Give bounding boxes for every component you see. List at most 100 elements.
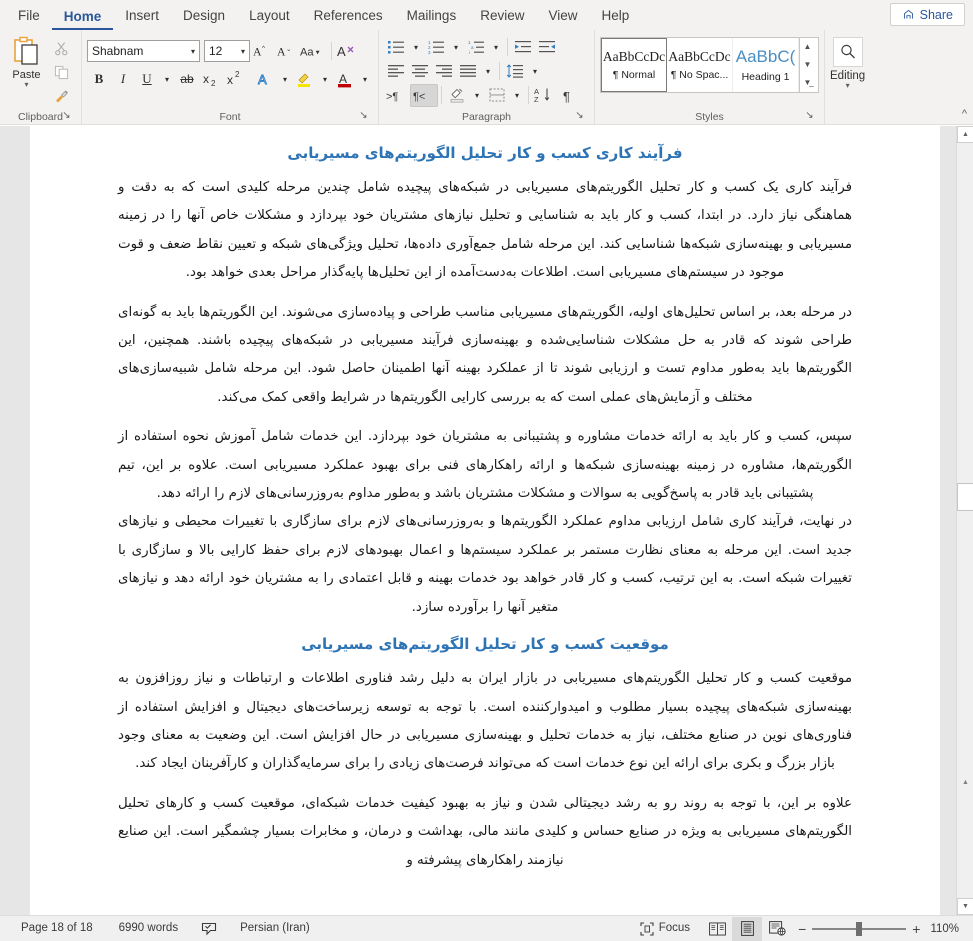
font-size-input[interactable]: 12 ▾ [204, 40, 250, 62]
styles-dialog-launcher[interactable]: ↘ [804, 110, 815, 121]
copy-button[interactable] [52, 62, 72, 82]
bullets-button[interactable] [384, 36, 408, 59]
focus-mode-button[interactable]: Focus [628, 916, 702, 941]
web-layout-button[interactable] [762, 917, 792, 941]
paste-button[interactable]: Paste ▾ [5, 33, 48, 109]
chevron-down-icon[interactable]: ▾ [241, 47, 245, 56]
chevron-down-icon[interactable]: ▾ [846, 82, 850, 90]
bullets-dropdown[interactable]: ▾ [408, 36, 424, 59]
subscript-button[interactable]: x2 [199, 68, 223, 91]
font-color-dropdown[interactable]: ▾ [357, 68, 373, 91]
ltr-text-direction-button[interactable]: >¶ [384, 84, 410, 107]
text-effects-dropdown[interactable]: ▾ [277, 68, 293, 91]
tab-file[interactable]: File [6, 4, 52, 30]
format-painter-button[interactable] [52, 86, 72, 106]
chevron-down-icon[interactable]: ▾ [24, 81, 28, 89]
show-formatting-marks-button[interactable]: ¶ [556, 84, 580, 107]
scrollbar-thumb[interactable] [957, 483, 973, 511]
editing-button[interactable]: Editing ▾ [830, 33, 865, 109]
zoom-level-label[interactable]: 110% [928, 923, 965, 935]
grow-font-button[interactable]: A ^ [250, 40, 274, 63]
tab-mailings[interactable]: Mailings [395, 4, 469, 30]
align-left-button[interactable] [384, 60, 408, 83]
ribbon: Paste ▾ Clipboard ↘ Shabnam ▾ 12 ▾ A ^ A… [0, 30, 973, 125]
clear-formatting-button[interactable]: A [335, 40, 359, 63]
tab-review[interactable]: Review [468, 4, 536, 30]
italic-button[interactable]: I [111, 68, 135, 91]
tab-insert[interactable]: Insert [113, 4, 171, 30]
zoom-out-button[interactable]: − [798, 922, 806, 936]
multilevel-list-button[interactable]: 1ai [464, 36, 488, 59]
font-color-button[interactable]: A [333, 68, 357, 91]
align-right-button[interactable] [432, 60, 456, 83]
tab-references[interactable]: References [302, 4, 395, 30]
borders-button[interactable] [485, 84, 509, 107]
text-effects-button[interactable]: A [253, 68, 277, 91]
tab-design[interactable]: Design [171, 4, 237, 30]
increase-indent-button[interactable] [535, 36, 559, 59]
underline-button[interactable]: U [135, 68, 159, 91]
zoom-track[interactable] [812, 921, 907, 936]
font-dialog-launcher[interactable]: ↘ [358, 110, 369, 121]
rtl-text-direction-button[interactable]: ¶< [410, 83, 438, 107]
scroll-down-button[interactable]: ▼ [957, 898, 973, 915]
document-page[interactable]: فرآیند کاری کسب و کار تحلیل الگوریتم‌های… [30, 126, 940, 915]
page-number-status[interactable]: Page 18 of 18 [8, 916, 106, 941]
vertical-scrollbar[interactable]: ▲ ▲ ▼ [956, 126, 973, 915]
borders-dropdown[interactable]: ▾ [509, 84, 525, 107]
justify-button[interactable] [456, 60, 480, 83]
chevron-down-icon[interactable]: ▾ [191, 47, 195, 56]
sort-button[interactable]: AZ [532, 84, 556, 107]
zoom-thumb[interactable] [856, 921, 863, 936]
collapse-ribbon-icon[interactable]: ^ [962, 108, 967, 120]
tab-layout[interactable]: Layout [237, 4, 302, 30]
multilevel-dropdown[interactable]: ▾ [488, 36, 504, 59]
shrink-font-button[interactable]: A ⌄ [274, 40, 298, 63]
styles-gallery-scrollbar[interactable]: ▲ ▼ ▼̲ [799, 38, 815, 92]
tab-view[interactable]: View [536, 4, 589, 30]
shading-button[interactable] [445, 84, 469, 107]
language-status[interactable]: Persian (Iran) [227, 916, 323, 941]
align-center-button[interactable] [408, 60, 432, 83]
word-count-status[interactable]: 6990 words [106, 916, 191, 941]
text-highlight-button[interactable] [293, 68, 317, 91]
numbered-list-icon: 123 [428, 40, 445, 54]
tab-help[interactable]: Help [590, 4, 642, 30]
justify-dropdown[interactable]: ▾ [480, 60, 496, 83]
style-no-spacing[interactable]: AaBbCcDc ¶ No Spac... [667, 38, 733, 92]
zoom-slider[interactable]: − + [798, 921, 920, 936]
numbering-dropdown[interactable]: ▾ [448, 36, 464, 59]
chevron-up-icon[interactable]: ▲ [804, 39, 812, 55]
format-painter-icon [54, 88, 70, 104]
scroll-up-button[interactable]: ▲ [957, 126, 973, 143]
font-name-input[interactable]: Shabnam ▾ [87, 40, 200, 62]
svg-text:A: A [337, 44, 346, 59]
decrease-indent-button[interactable] [511, 36, 535, 59]
change-case-button[interactable]: Aa ▾ [298, 40, 328, 63]
share-button[interactable]: Share [889, 3, 965, 26]
line-spacing-dropdown[interactable]: ▾ [527, 60, 543, 83]
justify-icon [459, 64, 477, 78]
underline-dropdown[interactable]: ▾ [159, 68, 175, 91]
more-styles-icon[interactable]: ▼̲ [804, 75, 812, 91]
paragraph-dialog-launcher[interactable]: ↘ [574, 110, 585, 121]
line-spacing-button[interactable] [503, 60, 527, 83]
tab-home[interactable]: Home [51, 5, 114, 30]
clipboard-dialog-launcher[interactable]: ↘ [61, 110, 72, 121]
style-heading-1[interactable]: AaBbC( Heading 1 [733, 38, 799, 92]
bold-button[interactable]: B [87, 68, 111, 91]
read-mode-button[interactable] [702, 917, 732, 941]
zoom-in-button[interactable]: + [912, 922, 920, 936]
svg-text:Z: Z [534, 95, 539, 103]
svg-text:i: i [469, 50, 470, 54]
print-layout-button[interactable] [732, 916, 763, 941]
cut-button[interactable] [52, 38, 72, 58]
strikethrough-button[interactable]: ab [175, 68, 199, 91]
chevron-down-icon[interactable]: ▼ [804, 57, 812, 73]
shading-dropdown[interactable]: ▾ [469, 84, 485, 107]
numbering-button[interactable]: 123 [424, 36, 448, 59]
proofing-errors-icon[interactable] [191, 922, 227, 936]
highlight-dropdown[interactable]: ▾ [317, 68, 333, 91]
style-normal[interactable]: AaBbCcDc ¶ Normal [601, 38, 667, 92]
superscript-button[interactable]: x2 [223, 68, 247, 91]
